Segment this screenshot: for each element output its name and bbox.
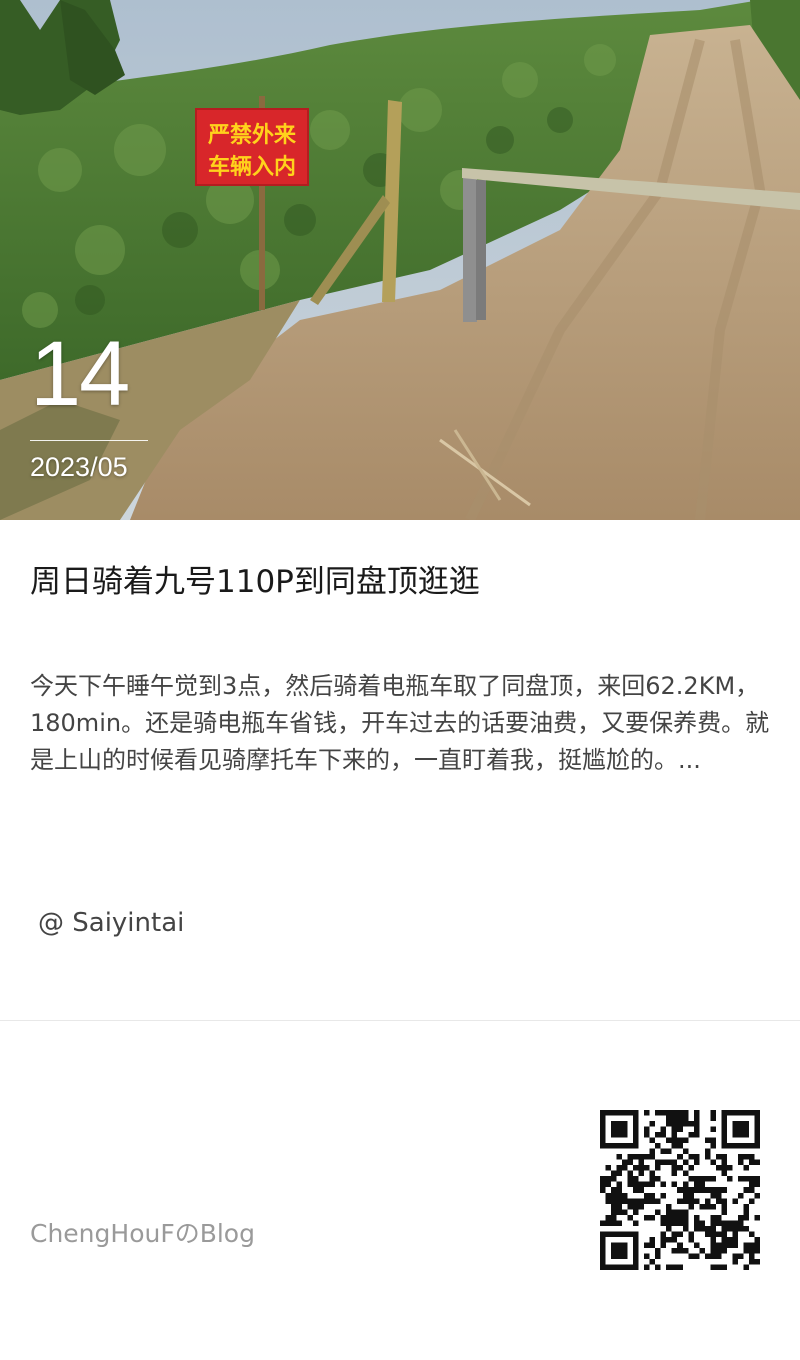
post-title: 周日骑着九号110P到同盘顶逛逛: [30, 564, 480, 600]
date-divider: [30, 440, 148, 441]
hillside-photo: 严禁外来 车辆入内: [0, 0, 800, 520]
post-excerpt: 今天下午睡午觉到3点，然后骑着电瓶车取了同盘顶，来回62.2KM，180min。…: [30, 672, 770, 774]
post-author: @ Saiyintai: [38, 908, 185, 938]
sign-text-line1: 严禁外来: [208, 122, 297, 148]
date-month: 2023/05: [30, 452, 128, 482]
section-divider: [0, 1020, 800, 1021]
qr-code-icon: [600, 1110, 760, 1270]
cover-image: 严禁外来 车辆入内 14 2023/05: [0, 0, 800, 520]
blog-name: ChengHouFのBlog: [30, 1219, 255, 1248]
date-day: 14: [30, 323, 130, 425]
sign-text-line2: 车辆入内: [208, 154, 296, 180]
